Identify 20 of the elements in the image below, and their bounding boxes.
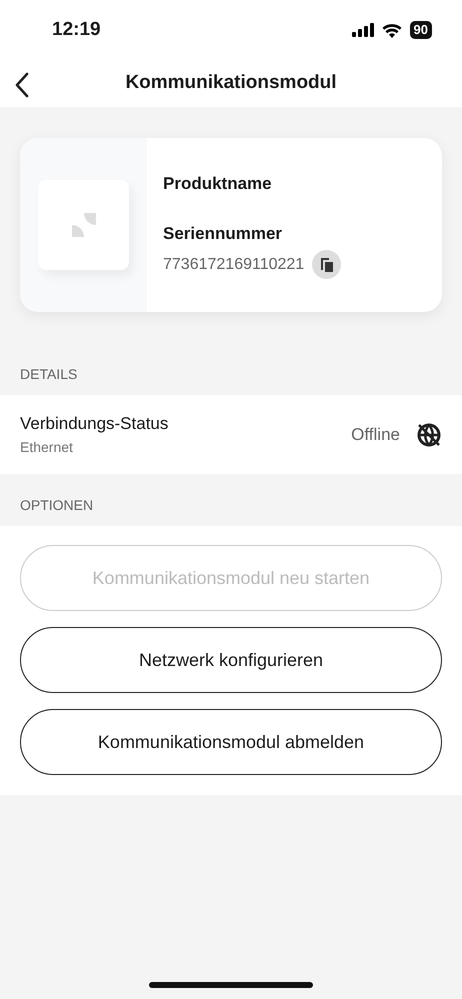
option-button[interactable]: Kommunikationsmodul abmelden	[20, 709, 442, 775]
option-button[interactable]: Netzwerk konfigurieren	[20, 627, 442, 693]
battery-level: 90	[410, 21, 432, 39]
status-value: Offline	[351, 424, 400, 446]
serial-label: Seriennummer	[163, 222, 284, 244]
product-name: Produktname	[163, 173, 273, 195]
serial-number: 7736172169110221	[163, 254, 304, 274]
page-title: Kommunikationsmodul	[125, 71, 337, 96]
globe-off-icon	[416, 422, 442, 448]
back-icon	[14, 72, 30, 98]
connection-type: Ethernet	[20, 438, 74, 457]
logo-icon	[72, 213, 96, 237]
copy-button[interactable]	[312, 250, 342, 279]
status-label: Verbindungs-Status	[20, 413, 170, 436]
wifi-icon	[382, 22, 402, 38]
signal-icon	[352, 23, 374, 37]
section-heading: OPTIONEN	[19, 496, 94, 515]
copy-icon	[320, 256, 334, 272]
status-time: 12:19	[52, 18, 101, 42]
section-heading: DETAILS	[19, 365, 78, 384]
